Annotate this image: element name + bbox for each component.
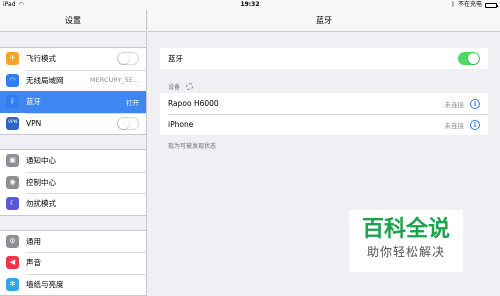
sidebar-item-bluetooth[interactable]: ᛒ 蓝牙 打开	[0, 91, 146, 113]
wallpaper-icon: ✻	[6, 277, 19, 291]
wifi-icon: ◠	[6, 73, 19, 87]
device-row[interactable]: Rapoo H6000 未连接 i	[160, 93, 488, 114]
sidebar-item-label: 墙纸与亮度	[26, 279, 64, 289]
speaker-icon: ◀	[6, 256, 19, 270]
gear-icon: ⚙	[6, 234, 19, 248]
sidebar-item-vpn[interactable]: VPN VPN	[0, 112, 146, 134]
watermark-subtitle: 助你轻松解决	[366, 245, 445, 259]
devices-header-label: 设备	[168, 84, 181, 91]
device-status: 未连接	[444, 121, 465, 130]
sidebar-item-notification-center[interactable]: ▣ 通知中心	[0, 150, 146, 172]
sidebar-item-wallpaper-brightness[interactable]: ✻ 墙纸与亮度	[0, 273, 146, 295]
devices-list: Rapoo H6000 未连接 i iPhone 未连接 i	[160, 93, 488, 135]
sidebar-item-label: 飞行模式	[26, 54, 56, 64]
sidebar-item-label: 蓝牙	[26, 97, 41, 107]
sidebar-item-label: 通用	[26, 236, 41, 246]
airplane-icon: ✈	[6, 52, 19, 66]
device-name: iPhone	[168, 120, 194, 129]
bluetooth-toggle-row: 蓝牙	[160, 48, 488, 69]
charging-status: 不在充电	[457, 1, 482, 8]
devices-section-header: 设备	[168, 82, 194, 91]
page-title: 蓝牙	[148, 10, 500, 32]
watermark-logo: 百科全说 助你轻松解决	[349, 210, 463, 272]
notification-center-icon: ▣	[6, 154, 19, 168]
vpn-toggle[interactable]	[117, 116, 139, 130]
discoverable-note: 现为可被发现状态	[168, 143, 217, 150]
settings-sidebar: 设置 ✈ 飞行模式 ◠ 无线局域网 MERCURY_5E... ᛒ 蓝牙 打开 …	[0, 10, 147, 296]
device-status: 未连接	[444, 100, 465, 109]
sidebar-item-label: 勿扰模式	[26, 199, 56, 209]
sidebar-group-centers: ▣ 通知中心 ◉ 控制中心 ☾ 勿扰模式	[0, 149, 146, 216]
sidebar-item-sounds[interactable]: ◀ 声音	[0, 252, 146, 274]
bluetooth-toggle[interactable]	[458, 52, 480, 65]
sidebar-item-label: 通知中心	[26, 156, 56, 166]
sidebar-item-wifi[interactable]: ◠ 无线局域网 MERCURY_5E...	[0, 69, 146, 91]
sidebar-title: 设置	[0, 10, 146, 32]
status-bar-right: ᛒ 不在充电	[451, 0, 498, 10]
device-row[interactable]: iPhone 未连接 i	[160, 114, 488, 135]
info-icon[interactable]: i	[470, 119, 480, 130]
sidebar-item-label: VPN	[26, 118, 42, 128]
bluetooth-state-value: 打开	[126, 98, 139, 107]
battery-icon	[485, 2, 498, 8]
loading-spinner-icon	[186, 83, 194, 90]
airplane-mode-toggle[interactable]	[117, 52, 139, 66]
control-center-icon: ◉	[6, 175, 19, 189]
sidebar-item-general[interactable]: ⚙ 通用	[0, 230, 146, 252]
do-not-disturb-moon-icon: ☾	[6, 197, 19, 211]
sidebar-item-control-center[interactable]: ◉ 控制中心	[0, 171, 146, 193]
bluetooth-toggle-label: 蓝牙	[168, 54, 183, 63]
sidebar-group-connectivity: ✈ 飞行模式 ◠ 无线局域网 MERCURY_5E... ᛒ 蓝牙 打开 VPN…	[0, 47, 146, 135]
watermark-title: 百科全说	[361, 217, 450, 242]
device-name: Rapoo H6000	[168, 99, 219, 108]
sidebar-item-airplane-mode[interactable]: ✈ 飞行模式	[0, 48, 146, 70]
bluetooth-toggle-card: 蓝牙	[160, 48, 488, 69]
sidebar-item-label: 声音	[26, 258, 41, 268]
info-icon[interactable]: i	[470, 98, 480, 109]
bluetooth-icon: ᛒ	[6, 95, 19, 109]
vpn-icon: VPN	[6, 116, 19, 130]
bluetooth-status-icon: ᛒ	[451, 1, 455, 8]
sidebar-group-general: ⚙ 通用 ◀ 声音 ✻ 墙纸与亮度	[0, 229, 146, 296]
status-bar: iPad ◠ 19:32 ᛒ 不在充电	[0, 0, 500, 10]
sidebar-item-do-not-disturb[interactable]: ☾ 勿扰模式	[0, 193, 146, 215]
sidebar-item-label: 控制中心	[26, 177, 56, 187]
sidebar-item-label: 无线局域网	[26, 75, 64, 85]
status-bar-time: 19:32	[240, 1, 260, 8]
wifi-network-name: MERCURY_5E...	[90, 76, 139, 85]
